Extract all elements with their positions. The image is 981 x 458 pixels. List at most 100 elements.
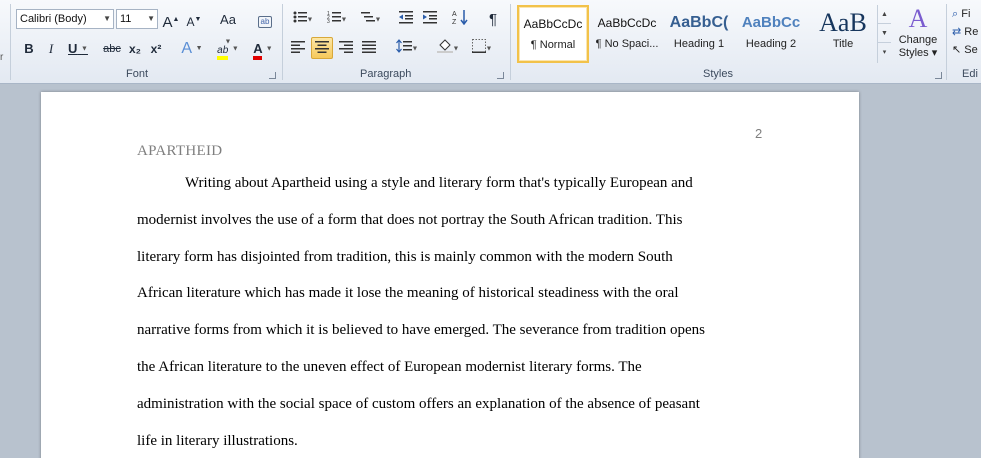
style-sample: AaBbC( bbox=[669, 14, 729, 31]
italic-label: I bbox=[48, 41, 54, 56]
text-effects-button[interactable]: A ▼ bbox=[178, 37, 206, 59]
align-center-button[interactable] bbox=[311, 37, 333, 59]
body-text[interactable]: Writing about Apartheid using a style an… bbox=[137, 173, 749, 458]
header-title: APARTHEID bbox=[137, 143, 223, 159]
align-left-button[interactable] bbox=[288, 37, 308, 59]
style-heading-2[interactable]: AaBbCc Heading 2 bbox=[735, 5, 807, 63]
scroll-down-icon[interactable]: ▼ bbox=[878, 24, 891, 43]
underline-label: U bbox=[68, 41, 78, 56]
highlight-button[interactable]: ab ▼ bbox=[211, 37, 245, 60]
styles-dialog-launcher-icon[interactable] bbox=[935, 72, 942, 79]
multilevel-list-button[interactable]: ▼ bbox=[356, 8, 386, 30]
text-line: literary form has disjointed from tradit… bbox=[137, 248, 673, 265]
scroll-up-icon[interactable]: ▲ bbox=[878, 5, 891, 24]
strikethrough-label: abc bbox=[103, 43, 121, 55]
separator bbox=[510, 4, 511, 80]
font-color-button[interactable]: A ▼ bbox=[247, 37, 279, 60]
style-title[interactable]: AaB Title bbox=[807, 5, 879, 63]
text-line: modernist involves the use of a form tha… bbox=[137, 211, 683, 228]
chevron-down-icon: ▼ bbox=[265, 45, 273, 53]
chevron-down-icon: ▼ bbox=[103, 14, 111, 23]
styles-group-label: Styles bbox=[703, 68, 733, 80]
editing-group-label: Edi bbox=[962, 68, 978, 80]
show-marks-button[interactable]: ¶ bbox=[483, 8, 503, 30]
styles-gallery-scroll[interactable]: ▲ ▼ ▾ bbox=[877, 5, 891, 63]
find-icon: ⌕ bbox=[952, 8, 959, 20]
shrink-font-label: A bbox=[186, 15, 195, 29]
font-name-combo[interactable]: Calibri (Body) ▼ bbox=[16, 9, 114, 29]
line-spacing-button[interactable]: ▼ bbox=[392, 37, 422, 59]
paragraph-dialog-launcher-icon[interactable] bbox=[497, 72, 504, 79]
replace-label: Re bbox=[964, 26, 979, 38]
grow-font-button[interactable]: A▲ bbox=[161, 8, 181, 31]
style-sample: AaBbCcDc bbox=[597, 16, 657, 30]
svg-text:Z: Z bbox=[452, 19, 457, 25]
ribbon: r Calibri (Body) ▼ 11 ▼ A▲ A▼ Aa ▼ ab B … bbox=[0, 0, 981, 84]
text-line: administration with the social space of … bbox=[137, 395, 700, 412]
text-line: Writing about Apartheid using a style an… bbox=[185, 175, 693, 191]
italic-button[interactable]: I bbox=[42, 37, 60, 59]
change-case-button[interactable]: Aa ▼ bbox=[214, 8, 242, 46]
numbering-icon: 123 bbox=[327, 11, 341, 25]
chevron-down-icon: ▼ bbox=[452, 45, 460, 53]
borders-icon bbox=[471, 39, 486, 53]
shading-button[interactable]: ▼ bbox=[433, 37, 463, 59]
style-normal[interactable]: AaBbCcDc ¶ Normal bbox=[517, 5, 589, 63]
select-label: Se bbox=[964, 44, 978, 56]
font-name-value: Calibri (Body) bbox=[20, 13, 87, 25]
increase-indent-icon bbox=[423, 11, 437, 24]
font-group-label: Font bbox=[126, 68, 149, 80]
find-button[interactable]: ⌕ Fi bbox=[952, 5, 978, 23]
subscript-button[interactable]: x₂ bbox=[126, 37, 144, 59]
decrease-indent-icon bbox=[399, 11, 413, 24]
style-name: Heading 1 bbox=[673, 38, 725, 50]
justify-icon bbox=[362, 41, 376, 53]
replace-icon: ⇄ bbox=[952, 26, 962, 38]
highlight-label: ab bbox=[217, 45, 229, 60]
align-right-button[interactable] bbox=[336, 37, 356, 59]
pilcrow-icon: ¶ bbox=[488, 11, 498, 28]
style-sample: AaB bbox=[819, 8, 867, 37]
underline-button[interactable]: U ▼ bbox=[64, 37, 92, 59]
document-area[interactable]: 2 APARTHEID Writing about Apartheid usin… bbox=[0, 84, 981, 458]
text-line: narrative forms from which it is believe… bbox=[137, 322, 706, 339]
numbering-button[interactable]: 1 2 3 ▼ bbox=[322, 8, 352, 30]
clear-formatting-button[interactable]: ab bbox=[254, 8, 276, 30]
select-button[interactable]: ↖ Se bbox=[952, 41, 978, 59]
increase-indent-button[interactable] bbox=[420, 8, 440, 30]
bullets-button[interactable]: ▼ bbox=[288, 8, 318, 30]
change-styles-icon: A bbox=[908, 4, 928, 33]
strikethrough-button[interactable]: abc bbox=[100, 37, 124, 59]
font-size-value: 11 bbox=[120, 13, 132, 25]
subscript-label: x₂ bbox=[128, 42, 141, 56]
style-heading-1[interactable]: AaBbC( Heading 1 bbox=[663, 5, 735, 63]
font-color-label: A bbox=[253, 41, 263, 60]
style-no-spacing[interactable]: AaBbCcDc ¶ No Spaci... bbox=[591, 5, 663, 63]
superscript-button[interactable]: x² bbox=[147, 37, 165, 59]
font-dialog-launcher-icon[interactable] bbox=[269, 72, 276, 79]
line-spacing-icon bbox=[395, 39, 412, 53]
paint-bucket-icon bbox=[436, 39, 453, 53]
decrease-indent-button[interactable] bbox=[396, 8, 416, 30]
change-styles-button[interactable]: A Change Styles ▾ bbox=[895, 4, 941, 66]
font-size-combo[interactable]: 11 ▼ bbox=[116, 9, 158, 29]
svg-text:A: A bbox=[452, 11, 457, 18]
align-center-icon bbox=[315, 41, 329, 53]
text-line: life in literary illustrations. bbox=[137, 432, 298, 449]
bold-button[interactable]: B bbox=[20, 37, 38, 59]
sort-button[interactable]: AZ bbox=[450, 8, 470, 30]
justify-button[interactable] bbox=[359, 37, 379, 59]
styles-gallery: AaBbCcDc ¶ Normal AaBbCcDc ¶ No Spaci...… bbox=[515, 5, 877, 63]
replace-button[interactable]: ⇄ Re bbox=[952, 23, 978, 41]
document-page[interactable]: 2 APARTHEID Writing about Apartheid usin… bbox=[41, 92, 859, 458]
shrink-font-button[interactable]: A▼ bbox=[184, 8, 204, 30]
borders-button[interactable]: ▼ bbox=[467, 37, 497, 59]
change-styles-label-1: Change bbox=[898, 34, 938, 46]
find-label: Fi bbox=[961, 8, 971, 20]
text-effects-label: A bbox=[181, 40, 192, 58]
change-case-label: Aa bbox=[220, 12, 236, 27]
sort-icon: AZ bbox=[452, 10, 468, 26]
chevron-down-icon: ▼ bbox=[485, 45, 493, 53]
page-number: 2 bbox=[755, 126, 763, 141]
more-styles-icon[interactable]: ▾ bbox=[878, 43, 891, 62]
